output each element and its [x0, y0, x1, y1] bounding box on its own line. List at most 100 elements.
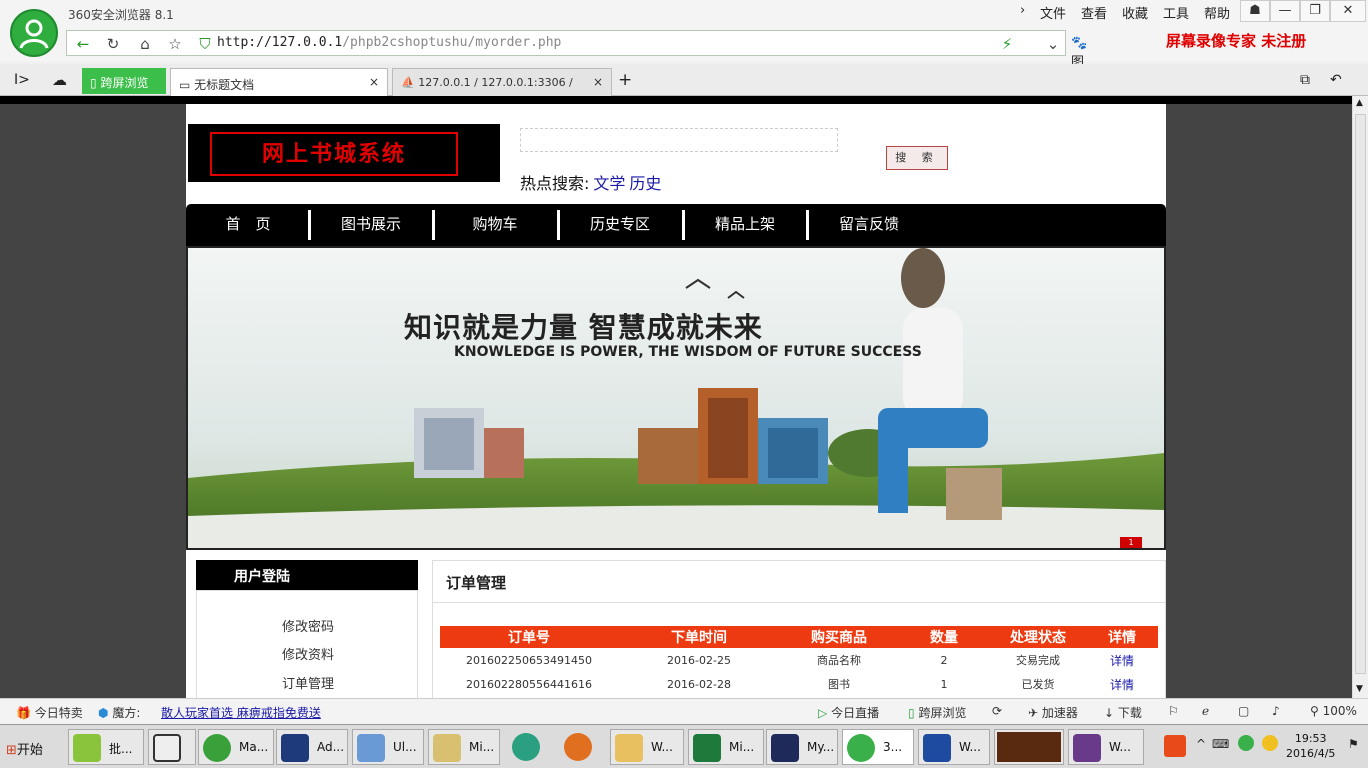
new-tab-icon[interactable]: + [618, 70, 632, 90]
tab-list-icon[interactable]: ⧉ [1300, 72, 1310, 88]
sidebar-change-password[interactable]: 修改密码 [282, 616, 334, 635]
nav-history[interactable]: 历史专区 [558, 204, 682, 246]
taskbar-item-excel[interactable]: Mi... [688, 729, 764, 765]
taskbar-item-bus[interactable] [148, 729, 196, 765]
maximize-icon[interactable]: ❐ [1300, 0, 1330, 22]
system-clock[interactable]: 19:53 2016/4/5 [1286, 731, 1335, 761]
scroll-thumb[interactable] [1355, 114, 1366, 674]
tab-phpmyadmin[interactable]: ⛵ 127.0.0.1 / 127.0.0.1:3306 / × [392, 68, 612, 96]
hot-search: 热点搜索: 文学 历史 [520, 170, 661, 194]
accelerator[interactable]: ✈ 加速器 [1028, 704, 1078, 721]
order-product: 图书 [828, 678, 850, 691]
user-avatar-icon[interactable] [10, 9, 58, 57]
taskbar-item-db[interactable] [560, 729, 608, 765]
window-icon[interactable]: ▢ [1238, 704, 1249, 718]
tray-app-icon[interactable] [1164, 735, 1186, 757]
nav-cart[interactable]: 购物车 [433, 204, 557, 246]
menu-view[interactable]: 查看 [1081, 3, 1107, 22]
refresh-status-icon[interactable]: ⟳ [992, 704, 1002, 718]
banner-slide-1[interactable]: 1 [1120, 537, 1142, 548]
site-search-button[interactable]: 搜 索 [886, 146, 948, 170]
magic-cube[interactable]: ⬢ 魔方: [98, 704, 140, 721]
sidebar-edit-profile[interactable]: 修改资料 [282, 644, 334, 663]
ad-link[interactable]: 散人玩家首选 麻痹戒指免费送 [161, 704, 321, 721]
menu-help[interactable]: 帮助 [1204, 3, 1230, 22]
volume-icon[interactable]: ♪ [1272, 704, 1280, 718]
scroll-down-icon[interactable]: ▼ [1356, 684, 1363, 694]
url-text[interactable]: http://127.0.0.1/phpb2cshoptushu/myorder… [217, 35, 561, 50]
order-detail-link[interactable]: 详情 [1086, 648, 1158, 672]
menu-chevron-icon[interactable]: › [1020, 3, 1025, 18]
taskbar-label: My... [807, 740, 835, 754]
taskbar-label: Ul... [393, 740, 417, 754]
taskbar-item-photoshop[interactable]: Ad... [276, 729, 348, 765]
menu-tools[interactable]: 工具 [1163, 3, 1189, 22]
tab-cross-screen[interactable]: ▯ 跨屏浏览 [82, 68, 166, 94]
favorite-star-icon[interactable]: ☆ [165, 35, 185, 53]
tray-network-icon[interactable]: ⌨ [1212, 737, 1229, 751]
taskbar-item-word[interactable]: W... [918, 729, 990, 765]
start-button[interactable]: ⊞开始 [2, 731, 62, 763]
menu-favorites[interactable]: 收藏 [1122, 3, 1148, 22]
scroll-up-icon[interactable]: ▲ [1356, 98, 1363, 108]
daily-deals[interactable]: 🎁 今日特卖 [16, 704, 83, 721]
sidebar-order-management[interactable]: 订单管理 [282, 673, 334, 692]
refresh-icon[interactable]: ↻ [103, 35, 123, 53]
taskbar-item-globe[interactable] [508, 729, 556, 765]
tab-untitled[interactable]: ▭ 无标题文档 × [170, 68, 388, 96]
tab-close-icon[interactable]: × [593, 75, 603, 89]
tray-flag-icon[interactable]: ⚑ [1348, 737, 1359, 751]
hero-banner[interactable]: 知识就是力量 智慧成就未来 KNOWLEDGE IS POWER, THE WI… [186, 246, 1166, 550]
database-icon [564, 733, 592, 761]
hot-link-history[interactable]: 历史 [629, 174, 661, 193]
page-scrollbar[interactable]: ▲ ▼ [1352, 96, 1368, 698]
nav-feedback[interactable]: 留言反馈 [807, 204, 931, 246]
minimize-icon[interactable]: — [1270, 0, 1300, 22]
tray-360-icon[interactable] [1238, 735, 1254, 751]
tray-qq-icon[interactable] [1262, 735, 1278, 751]
magic-cube-label: 魔方: [112, 706, 141, 720]
col-order-id: 订单号 [440, 626, 618, 648]
zoom[interactable]: ⚲ 100% [1310, 704, 1357, 718]
cross-screen[interactable]: ▯ 跨屏浏览 [908, 704, 966, 721]
address-bar[interactable]: ← ↻ ⌂ ☆ ⛉ http://127.0.0.1/phpb2cshoptus… [66, 30, 1087, 89]
ie-mode-icon[interactable]: ℯ [1202, 704, 1209, 718]
close-icon[interactable]: ✕ [1330, 0, 1366, 22]
downloads[interactable]: ↓ 下载 [1104, 704, 1142, 721]
taskbar-item-ultraedit[interactable]: Ul... [352, 729, 424, 765]
taskbar-item-360browser[interactable]: 3... [842, 729, 914, 765]
android-icon [73, 734, 101, 762]
undo-close-icon[interactable]: ↶ [1330, 72, 1342, 88]
nav-home[interactable]: 首 页 [186, 204, 310, 246]
sidebar-toggle-icon[interactable]: I> [14, 72, 30, 88]
tab-close-icon[interactable]: × [369, 75, 379, 89]
nav-featured[interactable]: 精品上架 [683, 204, 807, 246]
live-today[interactable]: ▷ 今日直播 [818, 704, 879, 721]
menu-file[interactable]: 文件 [1040, 3, 1066, 22]
taskbar-item-winrar[interactable]: W... [1068, 729, 1144, 765]
windows-logo-icon: ⊞ [6, 743, 17, 758]
nav-books[interactable]: 图书展示 [309, 204, 433, 246]
orders-title: 订单管理 [446, 574, 507, 592]
taskbar-label: Ad... [317, 740, 345, 754]
home-icon[interactable]: ⌂ [135, 35, 155, 53]
taskbar-item-game[interactable] [994, 729, 1064, 765]
browser-statusbar: 🎁 今日特卖 ⬢ 魔方: 散人玩家首选 麻痹戒指免费送 ▷ 今日直播 ▯ 跨屏浏… [0, 698, 1368, 724]
skin-icon[interactable]: ☗ [1240, 0, 1270, 22]
tray-expand-icon[interactable]: ^ [1196, 737, 1206, 751]
taskbar-item-android[interactable]: 批... [68, 729, 144, 765]
cloud-icon[interactable]: ☁ [52, 71, 67, 89]
taskbar-item-mi[interactable]: Mi... [428, 729, 500, 765]
speed-mode-icon[interactable]: ⚡ [997, 35, 1017, 53]
order-detail-link[interactable]: 详情 [1086, 672, 1158, 696]
taskbar-item-explorer[interactable]: W... [610, 729, 684, 765]
hot-link-literature[interactable]: 文学 [593, 174, 625, 193]
col-product: 购买商品 [780, 626, 898, 648]
site-search-input[interactable] [520, 128, 838, 152]
taskbar-item-mysql[interactable]: My... [766, 729, 838, 765]
taskbar-item-dreamweaver[interactable]: Ma... [198, 729, 274, 765]
dropdown-chevron-icon[interactable]: ⌄ [1043, 35, 1063, 53]
flag-icon[interactable]: ⚐ [1168, 704, 1179, 718]
site-logo[interactable]: 网上书城系统 [188, 124, 500, 182]
back-icon[interactable]: ← [73, 35, 93, 53]
